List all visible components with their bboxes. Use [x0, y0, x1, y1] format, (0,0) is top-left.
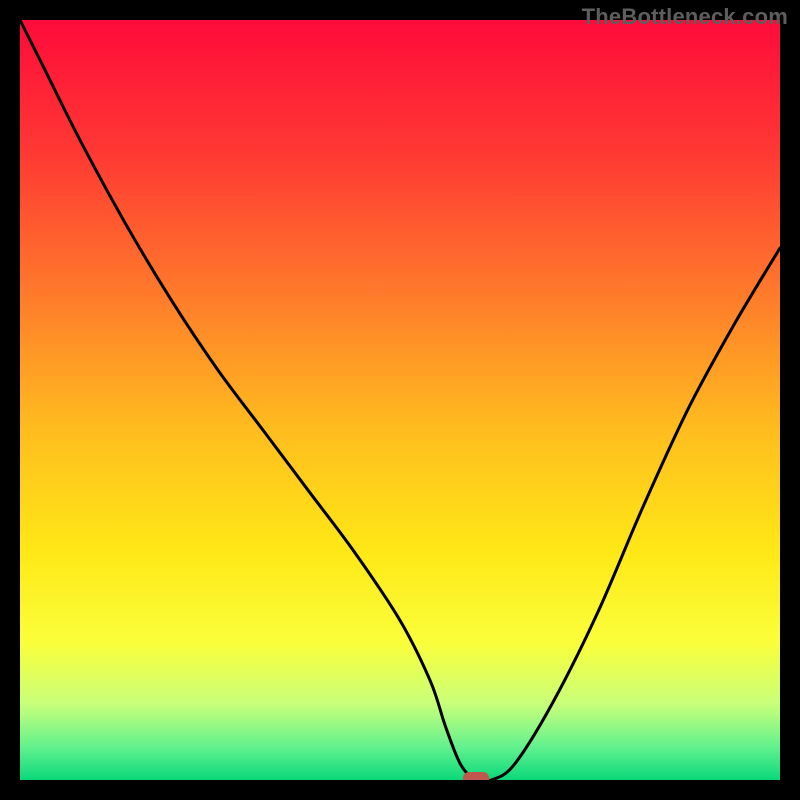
optimum-marker: [463, 772, 489, 780]
gradient-background: [20, 20, 780, 780]
chart-svg: [20, 20, 780, 780]
plot-area: [20, 20, 780, 780]
watermark-text: TheBottleneck.com: [582, 4, 788, 30]
chart-frame: TheBottleneck.com: [0, 0, 800, 800]
